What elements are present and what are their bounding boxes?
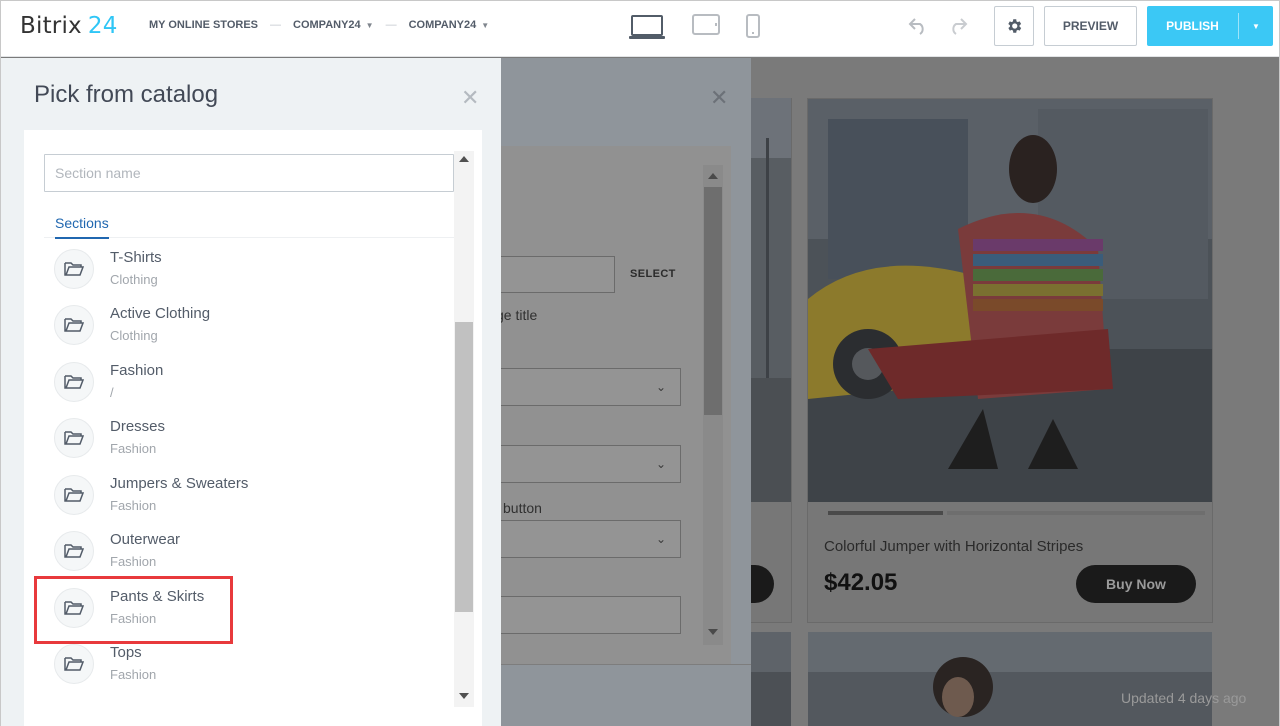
desktop-icon[interactable] (628, 14, 666, 40)
breadcrumb-my-online-stores[interactable]: MY ONLINE STORES (149, 19, 258, 31)
folder-icon (54, 418, 94, 458)
chevron-down-icon: ⌄ (656, 532, 667, 546)
section-parent: Clothing (110, 328, 158, 343)
highlight-annotation (34, 576, 233, 644)
section-name-search-input[interactable] (44, 154, 454, 192)
list-item[interactable]: Outerwear Fashion (44, 523, 454, 579)
chevron-down-icon: ⌄ (656, 380, 667, 394)
product-photo-partial (746, 98, 791, 502)
buy-now-button[interactable]: Buy Now (1076, 565, 1196, 603)
product-title[interactable]: Colorful Jumper with Horizontal Stripes (824, 538, 1083, 555)
folder-icon (54, 531, 94, 571)
list-item[interactable]: Jumpers & Sweaters Fashion (44, 467, 454, 523)
list-item[interactable]: T-Shirts Clothing (44, 241, 454, 297)
section-name: Jumpers & Sweaters (110, 475, 249, 492)
top-bar: Bitrix 24 MY ONLINE STORES — COMPANY24 ▼ —… (1, 1, 1279, 57)
chevron-down-icon: ▼ (481, 21, 490, 30)
section-parent: Fashion (110, 498, 157, 513)
folder-icon (54, 249, 94, 289)
product-price: $42.05 (824, 569, 898, 596)
list-item[interactable]: Tops Fashion (44, 636, 454, 692)
section-name: Tops (110, 644, 142, 661)
scroll-up-icon[interactable] (708, 173, 718, 179)
section-name: T-Shirts (110, 249, 162, 266)
field-label: ge title (496, 307, 538, 323)
publish-label[interactable]: PUBLISH (1147, 6, 1238, 46)
section-name: Outerwear (110, 531, 181, 548)
carousel-indicator-active[interactable] (828, 511, 943, 515)
bitrix24-logo[interactable]: Bitrix 24 (20, 13, 118, 39)
redo-icon[interactable] (947, 15, 969, 35)
section-name: Fashion (110, 362, 164, 379)
folder-icon (54, 305, 94, 345)
folder-icon (54, 475, 94, 515)
chevron-down-icon: ▼ (365, 21, 374, 30)
settings-button[interactable] (994, 6, 1034, 46)
select-link[interactable]: SELECT (630, 268, 676, 280)
breadcrumb-company24-page[interactable]: COMPANY24 ▼ (409, 19, 490, 31)
product-photo-bottom (808, 632, 1212, 726)
updated-timestamp: Updated 4 days ago (1121, 690, 1247, 706)
section-parent: Clothing (110, 272, 158, 287)
panel-title: Pick from catalog (34, 81, 219, 108)
scroll-up-icon[interactable] (459, 156, 469, 162)
folder-icon (54, 362, 94, 402)
tab-sections[interactable]: Sections (55, 215, 109, 239)
section-parent: Fashion (110, 554, 157, 569)
publish-button[interactable]: PUBLISH ▼ (1147, 6, 1273, 46)
list-item[interactable]: Active Clothing Clothing (44, 297, 454, 353)
folder-icon (54, 644, 94, 684)
product-photo (808, 99, 1212, 502)
mobile-icon[interactable] (746, 14, 760, 38)
chevron-down-icon: ⌄ (656, 457, 667, 471)
section-parent: Fashion (110, 667, 157, 682)
close-icon[interactable]: ✕ (710, 85, 728, 111)
section-name: Active Clothing (110, 305, 211, 322)
section-parent: / (110, 385, 114, 400)
carousel-indicator[interactable] (947, 511, 1205, 515)
section-name: Dresses (110, 418, 166, 435)
preview-button[interactable]: PREVIEW (1044, 6, 1137, 46)
section-parent: Fashion (110, 441, 157, 456)
list-item[interactable]: Fashion / (44, 354, 454, 410)
product-photo-partial-bottom (746, 632, 791, 726)
scrollbar-thumb[interactable] (704, 187, 722, 415)
undo-icon[interactable] (907, 15, 929, 35)
scroll-down-icon[interactable] (459, 693, 469, 699)
close-icon[interactable]: ✕ (461, 85, 479, 111)
tablet-icon[interactable] (692, 14, 720, 36)
publish-menu-chevron-down-icon[interactable]: ▼ (1239, 6, 1273, 46)
list-item[interactable]: Dresses Fashion (44, 410, 454, 466)
scrollbar-thumb[interactable] (455, 322, 473, 612)
breadcrumb: MY ONLINE STORES — COMPANY24 ▼ — COMPANY2… (149, 19, 490, 31)
field-label: button (503, 500, 542, 516)
breadcrumb-company24-site[interactable]: COMPANY24 ▼ (293, 19, 374, 31)
scroll-down-icon[interactable] (708, 629, 718, 635)
gear-icon (1008, 19, 1022, 33)
